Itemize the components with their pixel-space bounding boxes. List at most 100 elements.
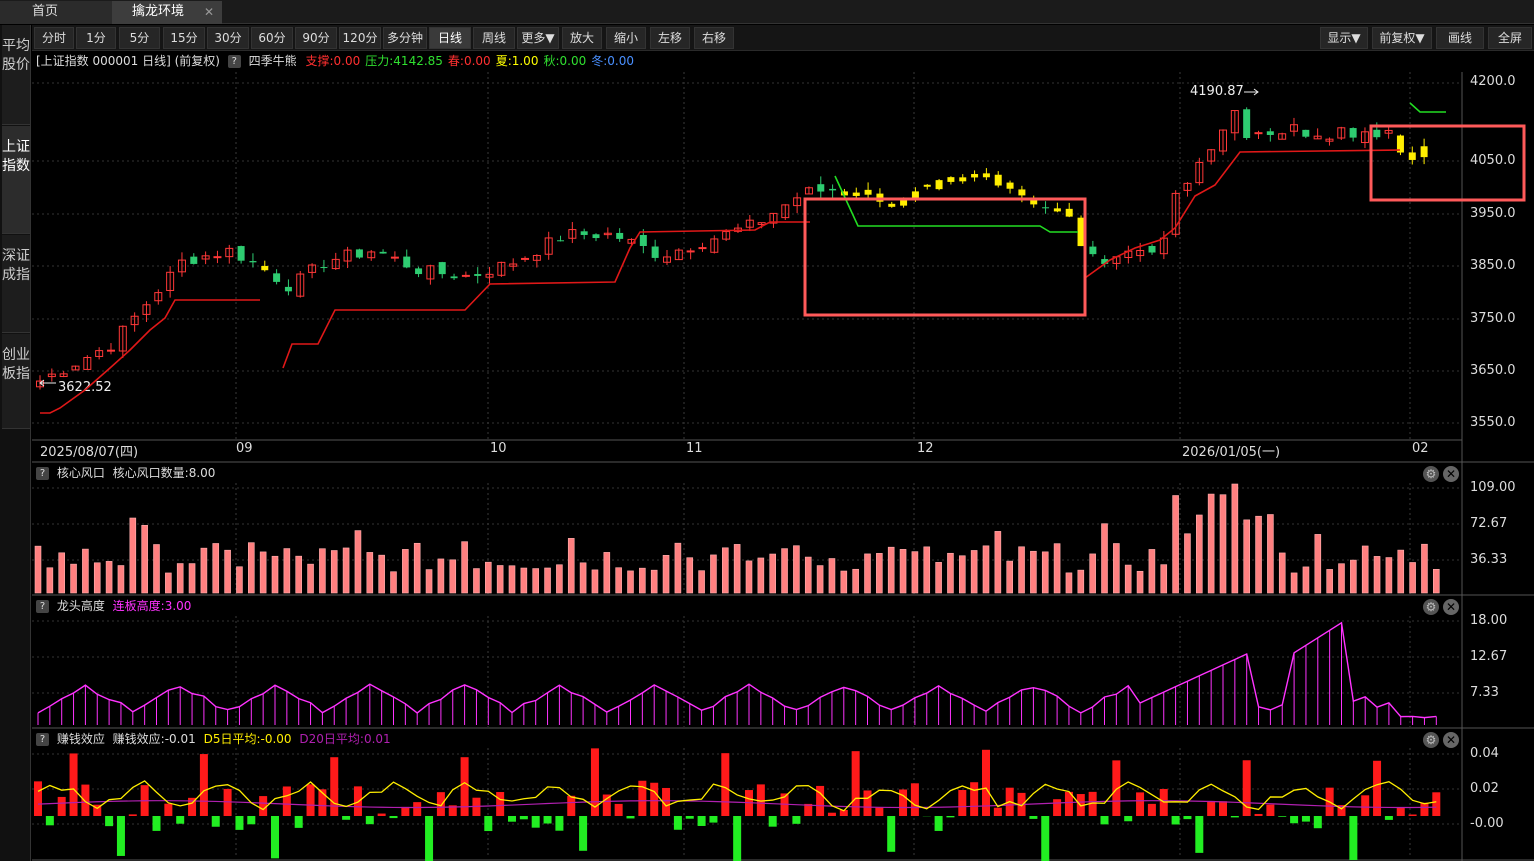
- profit-bar: [1219, 801, 1227, 816]
- candle-body: [1018, 189, 1026, 196]
- core-bar: [1409, 562, 1416, 594]
- profit-bar: [81, 784, 90, 816]
- core-bar: [1160, 564, 1168, 594]
- profit-bar: [377, 813, 386, 816]
- core-bar: [852, 568, 859, 594]
- pressure-line: [1409, 102, 1446, 113]
- profit-bar: [650, 782, 659, 816]
- core-bar: [378, 554, 385, 594]
- profit-bar: [69, 753, 78, 816]
- candle-body: [1053, 208, 1061, 212]
- core-bar: [662, 555, 670, 594]
- core-bar: [579, 562, 587, 594]
- core-bar: [82, 548, 89, 594]
- profit-bar: [342, 816, 351, 820]
- core-bar: [1077, 569, 1085, 594]
- candle-body: [355, 249, 363, 258]
- core-bar: [105, 561, 113, 594]
- candle-body: [1373, 129, 1381, 138]
- candle-body: [379, 251, 387, 254]
- profit-bar: [1230, 816, 1239, 818]
- profit-bar: [401, 806, 410, 816]
- core-bar: [259, 551, 267, 594]
- core-bar: [1030, 550, 1037, 594]
- profit-bar: [887, 816, 896, 852]
- core-bar: [923, 546, 931, 594]
- profit-bar: [45, 816, 54, 826]
- profit-bar: [567, 795, 576, 816]
- candle-body: [106, 349, 115, 352]
- profit-bar: [1408, 814, 1417, 816]
- core-bar: [153, 544, 160, 594]
- core-bar: [248, 542, 255, 594]
- core-bar: [733, 544, 741, 594]
- candle-body: [923, 184, 931, 187]
- profit-bar: [425, 816, 434, 861]
- core-bar: [864, 553, 871, 594]
- profit-bar: [152, 816, 161, 831]
- core-bar: [354, 530, 362, 594]
- core-bar: [1219, 494, 1227, 594]
- profit-bar: [1195, 816, 1204, 853]
- candle-body: [261, 265, 269, 271]
- core-bar: [342, 547, 350, 594]
- low-arrow: [39, 379, 56, 387]
- profit-bar: [1349, 816, 1358, 861]
- core-bar: [508, 565, 516, 594]
- candle-body: [1408, 152, 1416, 160]
- candle-body: [415, 268, 423, 275]
- candle-body: [1148, 245, 1156, 253]
- candle-body: [947, 177, 955, 182]
- profit-bar: [1136, 792, 1145, 816]
- support-line: [40, 299, 260, 414]
- profit-bar: [508, 816, 516, 822]
- profit-bar: [768, 816, 777, 827]
- core-bar: [224, 549, 231, 594]
- candle-body: [639, 235, 647, 246]
- candle-body: [521, 257, 530, 260]
- core-bar: [1326, 569, 1333, 594]
- profit-bar: [614, 803, 623, 816]
- profit-bar: [34, 781, 42, 816]
- candle-body: [273, 273, 281, 282]
- core-bar: [319, 548, 326, 594]
- profit-bar: [1207, 800, 1216, 816]
- profit-bar: [946, 816, 955, 818]
- core-bar: [330, 550, 338, 594]
- profit-bar: [1254, 813, 1263, 816]
- candle-body: [190, 256, 198, 264]
- core-bar: [176, 563, 184, 594]
- profit-bar: [176, 816, 185, 824]
- candle-body: [474, 274, 482, 276]
- core-bar: [1302, 566, 1310, 594]
- candle-body: [1420, 146, 1428, 158]
- core-bar: [876, 553, 883, 594]
- profit-bar: [199, 754, 208, 816]
- candle-body: [959, 177, 967, 182]
- core-bar: [1018, 546, 1025, 594]
- candle-body: [284, 286, 292, 292]
- core-bar: [994, 531, 1002, 594]
- core-bar: [544, 567, 551, 594]
- pressure-line: [834, 175, 1078, 233]
- profit-bar: [271, 816, 279, 859]
- core-bar: [34, 545, 42, 594]
- profit-bar: [579, 816, 588, 851]
- core-bar: [1278, 552, 1286, 594]
- chart-canvas[interactable]: [0, 0, 1534, 861]
- core-bar: [958, 555, 966, 594]
- profit-bar: [555, 816, 564, 831]
- candle-body: [450, 276, 458, 279]
- profit-bar: [863, 790, 872, 816]
- profit-bar: [721, 753, 730, 816]
- core-bar: [1089, 553, 1096, 594]
- candle-body: [686, 250, 695, 253]
- candle-body: [403, 256, 411, 268]
- profit-bar: [1041, 816, 1050, 861]
- core-bar: [982, 545, 990, 594]
- core-bar: [532, 568, 540, 594]
- profit-bar: [899, 789, 908, 816]
- core-bar: [674, 542, 682, 594]
- profit-bar: [685, 816, 694, 819]
- core-bar: [70, 563, 77, 594]
